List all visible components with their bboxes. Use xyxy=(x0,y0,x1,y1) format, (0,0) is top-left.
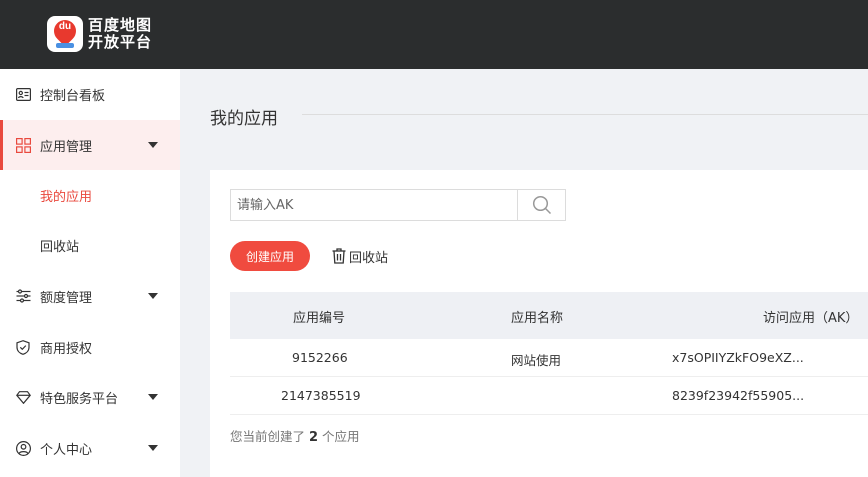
column-header-app-id: 应用编号 xyxy=(293,311,346,326)
search-button[interactable] xyxy=(517,190,565,220)
cell-app-name: 网站使用 xyxy=(511,353,562,368)
cell-app-id: 9152266 xyxy=(292,350,348,365)
sidebar-item-label: 个人中心 xyxy=(40,442,93,458)
sidebar-item-personal-center[interactable]: 个人中心 xyxy=(0,423,180,473)
cell-ak[interactable]: 8239f23942f55905... xyxy=(672,388,804,403)
recycle-bin-button[interactable]: 回收站 xyxy=(332,246,388,266)
sidebar-item-recycle-bin[interactable]: 回收站 xyxy=(0,220,180,270)
sidebar-item-label: 回收站 xyxy=(40,239,80,255)
sidebar-item-label: 商用授权 xyxy=(40,341,93,357)
sidebar-item-label: 我的应用 xyxy=(40,189,93,205)
page-title: 我的应用 xyxy=(210,109,278,129)
app-count: 2 xyxy=(309,430,319,445)
grid-icon xyxy=(15,137,31,153)
sidebar-item-dashboard[interactable]: 控制台看板 xyxy=(0,69,180,119)
sidebar-item-label: 特色服务平台 xyxy=(40,391,119,407)
logo-line-2: 开放平台 xyxy=(88,33,153,51)
sidebar-item-label: 额度管理 xyxy=(40,290,93,306)
sidebar: 控制台看板 应用管理 我的应用 回收站 额度管理 商用授权 特色服务平台 个人中… xyxy=(0,69,180,477)
cell-ak[interactable]: x7sOPIIYZkFO9eXZ... xyxy=(672,350,804,365)
logo-line-1: 百度地图 xyxy=(88,16,153,34)
sliders-icon xyxy=(15,288,31,304)
sidebar-item-app-management[interactable]: 应用管理 xyxy=(0,120,180,170)
title-divider xyxy=(302,114,868,115)
sidebar-item-featured-services[interactable]: 特色服务平台 xyxy=(0,372,180,422)
sidebar-item-label: 应用管理 xyxy=(40,139,93,155)
logo-badge: du xyxy=(47,15,83,52)
user-circle-icon xyxy=(15,440,31,456)
summary-suffix: 个应用 xyxy=(322,429,360,444)
logo-base xyxy=(56,43,74,48)
search-box xyxy=(230,189,566,221)
column-header-app-name: 应用名称 xyxy=(511,311,564,326)
table-row[interactable]: 9152266 网站使用 x7sOPIIYZkFO9eXZ... xyxy=(230,339,868,377)
sidebar-item-commercial-license[interactable]: 商用授权 xyxy=(0,322,180,372)
shield-check-icon xyxy=(15,339,31,355)
create-app-button[interactable]: 创建应用 xyxy=(230,241,310,271)
recycle-bin-label: 回收站 xyxy=(349,250,389,266)
id-card-icon xyxy=(15,86,31,102)
app-count-summary: 您当前创建了 2 个应用 xyxy=(230,426,360,445)
sidebar-item-my-apps[interactable]: 我的应用 xyxy=(0,170,180,220)
top-bar: du 百度地图 开放平台 xyxy=(0,0,868,69)
table-row[interactable]: 2147385519 8239f23942f55905... xyxy=(230,377,868,415)
logo-text: 百度地图 开放平台 xyxy=(88,17,152,51)
search-icon xyxy=(532,195,551,215)
cell-app-id: 2147385519 xyxy=(281,388,361,403)
caret-down-icon xyxy=(148,394,158,400)
table-header: 应用编号 应用名称 访问应用（AK） xyxy=(230,292,868,339)
caret-down-icon xyxy=(148,293,158,299)
baidu-map-logo[interactable]: du 百度地图 开放平台 xyxy=(47,15,152,52)
diamond-icon xyxy=(15,389,31,405)
sidebar-item-label: 控制台看板 xyxy=(40,88,106,104)
search-input[interactable] xyxy=(231,190,517,220)
caret-down-icon xyxy=(148,142,158,148)
logo-badge-text: du xyxy=(58,21,72,32)
summary-prefix: 您当前创建了 xyxy=(230,429,306,444)
trash-icon xyxy=(332,248,346,264)
column-header-ak: 访问应用（AK） xyxy=(763,311,859,326)
sidebar-item-quota-management[interactable]: 额度管理 xyxy=(0,271,180,321)
caret-down-icon xyxy=(148,445,158,451)
